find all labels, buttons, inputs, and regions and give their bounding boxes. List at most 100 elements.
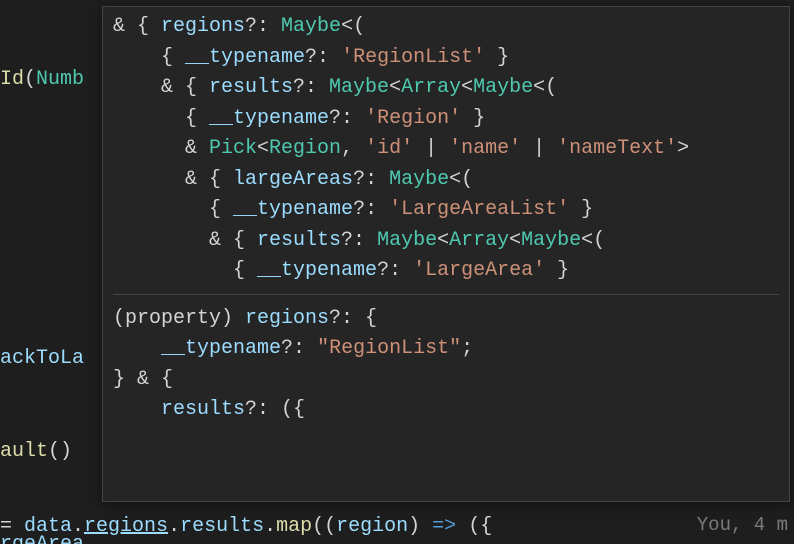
- tok: Maybe: [281, 15, 341, 38]
- tok: ?:: [305, 46, 341, 69]
- bg-token: ault: [0, 440, 48, 463]
- tok: Maybe: [521, 229, 581, 252]
- tok: & {: [113, 76, 209, 99]
- tok: ((: [312, 511, 336, 542]
- tok: & {: [113, 15, 161, 38]
- tok: largeAreas: [233, 168, 353, 191]
- tok: }: [545, 259, 569, 282]
- tok: .: [264, 511, 276, 542]
- tok: |: [413, 137, 449, 160]
- tok: Maybe: [329, 76, 389, 99]
- tok: <: [509, 229, 521, 252]
- tok: =: [0, 511, 24, 542]
- git-blame-annotation[interactable]: You, 4 m: [697, 511, 788, 540]
- tok: 'LargeAreaList': [389, 198, 569, 221]
- tok: __typename: [257, 259, 377, 282]
- tok: Array: [449, 229, 509, 252]
- tok: "RegionList": [317, 337, 461, 360]
- tok: (property): [113, 307, 245, 330]
- tooltip-divider: [113, 294, 779, 295]
- editor-background-code[interactable]: Id(Numb ackToLa ault() rgeArea Number( I…: [0, 0, 105, 544]
- tok: ?:: [329, 107, 365, 130]
- tok: ?:: [377, 259, 413, 282]
- tok: |: [521, 137, 557, 160]
- tok: 'name': [449, 137, 521, 160]
- hovered-token-regions[interactable]: regions: [84, 511, 168, 542]
- tok: & {: [113, 229, 257, 252]
- tok: &: [113, 137, 209, 160]
- bg-token: (): [48, 440, 72, 463]
- tooltip-doc-line: } & {: [113, 364, 779, 395]
- tok: ,: [341, 137, 365, 160]
- tok: ?:: [353, 168, 389, 191]
- tok: }: [569, 198, 593, 221]
- tok: .: [72, 511, 84, 542]
- tok: .: [168, 511, 180, 542]
- tok: ;: [461, 337, 473, 360]
- tooltip-doc-line: (property) regions?: {: [113, 303, 779, 334]
- tok: } & {: [113, 368, 173, 391]
- tooltip-line: { __typename?: 'LargeArea' }: [113, 255, 779, 286]
- var-data: data: [24, 511, 72, 542]
- tok: Region: [269, 137, 341, 160]
- type-hover-tooltip[interactable]: & { regions?: Maybe<( { __typename?: 'Re…: [102, 6, 790, 502]
- tooltip-line: & Pick<Region, 'id' | 'name' | 'nameText…: [113, 133, 779, 164]
- tok: Array: [401, 76, 461, 99]
- tok: Maybe: [377, 229, 437, 252]
- tok: {: [113, 198, 233, 221]
- tok: __typename: [233, 198, 353, 221]
- tok: ): [408, 511, 432, 542]
- tok: results: [209, 76, 293, 99]
- bg-blank: [0, 157, 105, 188]
- tooltip-line: { __typename?: 'Region' }: [113, 103, 779, 134]
- tok: 'id': [365, 137, 413, 160]
- tok: {: [113, 46, 185, 69]
- bg-token: Numb: [36, 68, 84, 91]
- tok: regions: [245, 307, 329, 330]
- tok: ?:: [353, 198, 389, 221]
- tok: & {: [113, 168, 233, 191]
- tooltip-line: { __typename?: 'RegionList' }: [113, 42, 779, 73]
- tok: Maybe: [389, 168, 449, 191]
- tok: [113, 337, 161, 360]
- editor-line[interactable]: = data.regions.results.map((region) => (…: [0, 510, 794, 542]
- tok: <(: [533, 76, 557, 99]
- bg-token: Id: [0, 68, 24, 91]
- method-map: map: [276, 511, 312, 542]
- bg-token: ackToLa: [0, 347, 84, 370]
- bg-token: (: [24, 68, 36, 91]
- bg-blank: [0, 250, 105, 281]
- tok: <: [437, 229, 449, 252]
- tok: results: [180, 511, 264, 542]
- tok: <(: [341, 15, 365, 38]
- tooltip-line: { __typename?: 'LargeAreaList' }: [113, 194, 779, 225]
- tok: Pick: [209, 137, 257, 160]
- tok: [113, 398, 161, 421]
- tooltip-line: & { results?: Maybe<Array<Maybe<(: [113, 72, 779, 103]
- tooltip-line: & { regions?: Maybe<(: [113, 11, 779, 42]
- tok: 'RegionList': [341, 46, 485, 69]
- tok: ({: [456, 511, 492, 542]
- tok: ?:: [245, 15, 281, 38]
- param-region: region: [336, 511, 408, 542]
- tok: ?: ({: [245, 398, 305, 421]
- tok: <: [461, 76, 473, 99]
- tok: results: [257, 229, 341, 252]
- tok: ?:: [281, 337, 317, 360]
- arrow: =>: [432, 511, 456, 542]
- tok: 'nameText': [557, 137, 677, 160]
- tok: <(: [449, 168, 473, 191]
- tok: results: [161, 398, 245, 421]
- tok: Maybe: [473, 76, 533, 99]
- tok: >: [677, 137, 689, 160]
- tok: __typename: [161, 337, 281, 360]
- tok: <: [389, 76, 401, 99]
- tooltip-doc-line: results?: ({: [113, 394, 779, 425]
- tok: <: [257, 137, 269, 160]
- tok: regions: [161, 15, 245, 38]
- tok: }: [461, 107, 485, 130]
- tok: 'Region': [365, 107, 461, 130]
- tok: {: [113, 259, 257, 282]
- tok: __typename: [209, 107, 329, 130]
- tok: ?: {: [329, 307, 377, 330]
